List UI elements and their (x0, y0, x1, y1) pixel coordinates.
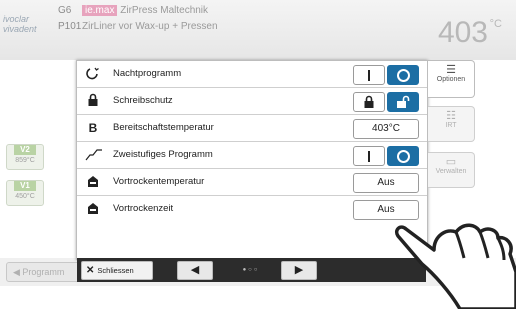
toggle-on-button[interactable] (387, 65, 419, 85)
program-code-primary: G6 (58, 5, 72, 16)
program-title-line2: ZirLiner vor Wax-up + Pressen (82, 21, 218, 32)
page-indicator: ●○○ (242, 267, 260, 273)
unlock-button[interactable] (387, 92, 419, 112)
two-stage-icon (85, 147, 102, 163)
options-icon: ☰ (446, 64, 456, 76)
stage-pill-label: V2 (14, 145, 36, 155)
manage-icon: ▭ (445, 156, 457, 168)
tab-manage[interactable]: ▭ Verwalten (428, 152, 475, 188)
tab-label: Verwalten (435, 168, 467, 175)
program-code-secondary: P101 (58, 21, 82, 32)
option-label: Nachtprogramm (113, 68, 182, 79)
option-label: Schreibschutz (113, 95, 173, 106)
toggle-off-button[interactable] (353, 146, 385, 166)
toggle-on-button[interactable] (387, 146, 419, 166)
close-button-label: Schliessen (97, 266, 134, 275)
lock-button[interactable] (353, 92, 385, 112)
header-bar: ivoclar vivadent G6 ie.max ZirPress Malt… (0, 0, 516, 60)
predry-time-icon (85, 201, 101, 217)
night-icon (85, 66, 101, 82)
option-label: Vortrockenzeit (113, 203, 174, 214)
arrow-right-icon: ▶ (294, 264, 304, 276)
option-row-vortrockenzeit: Vortrockenzeit Aus (77, 196, 427, 222)
stage-pill-value: 859°C (15, 157, 35, 164)
arrow-left-icon: ◀ (190, 264, 200, 276)
pointing-hand-icon (394, 223, 516, 309)
program-title-text: ZirPress Maltechnik (120, 5, 209, 16)
tab-options[interactable]: ☰ Optionen (428, 60, 475, 98)
program-button-label: Programm (22, 267, 65, 277)
predry-temperature-button[interactable]: Aus (353, 173, 419, 193)
furnace-screen: ivoclar vivadent G6 ie.max ZirPress Malt… (0, 0, 516, 309)
brand-logo: ivoclar vivadent (3, 14, 37, 34)
tab-label: IRT (445, 122, 457, 129)
lock-closed-icon (364, 95, 374, 108)
product-badge: ie.max (82, 5, 118, 16)
temperature-display: 403 (437, 16, 488, 49)
stage-pill-v1[interactable]: V1 450°C (6, 180, 44, 206)
next-page-button[interactable]: ▶ (281, 261, 317, 280)
stage-pill-label: V1 (14, 181, 36, 191)
program-title-line1: ie.max ZirPress Maltechnik (82, 5, 208, 16)
tab-irt[interactable]: ☷ IRT (428, 106, 475, 142)
predry-temp-icon (85, 174, 101, 190)
stage-pill-v2[interactable]: V2 859°C (6, 144, 44, 170)
toggle-off-button[interactable] (353, 65, 385, 85)
panel-footer: ✕ Schliessen ◀ ●○○ ▶ (77, 258, 426, 282)
standby-temperature-button[interactable]: 403°C (353, 119, 419, 139)
previous-page-button[interactable]: ◀ (177, 261, 213, 280)
tab-label: Optionen (436, 76, 466, 83)
option-row-schreibschutz: Schreibschutz (77, 88, 427, 115)
temperature-unit: °C (489, 18, 502, 30)
option-row-zweistufiges-programm: Zweistufiges Programm (77, 142, 427, 169)
b-icon: B (88, 121, 98, 135)
stage-pill-value: 450°C (15, 193, 35, 200)
irt-icon: ☷ (446, 110, 456, 122)
option-label: Vortrockentemperatur (113, 176, 205, 187)
lock-open-icon (397, 95, 410, 108)
option-label: Zweistufiges Programm (113, 149, 213, 160)
close-button[interactable]: ✕ Schliessen (81, 261, 153, 280)
lock-icon (85, 93, 101, 109)
option-row-vortrockentemperatur: Vortrockentemperatur Aus (77, 169, 427, 196)
option-row-nachtprogramm: Nachtprogramm (77, 61, 427, 88)
option-label: Bereitschaftstemperatur (113, 122, 214, 133)
option-row-bereitschaftstemperatur: B Bereitschaftstemperatur 403°C (77, 115, 427, 142)
options-panel: Nachtprogramm Schreibschutz B Bereitscha… (76, 60, 428, 260)
back-arrow-icon: ◀ (13, 267, 23, 277)
close-icon: ✕ (86, 265, 95, 276)
